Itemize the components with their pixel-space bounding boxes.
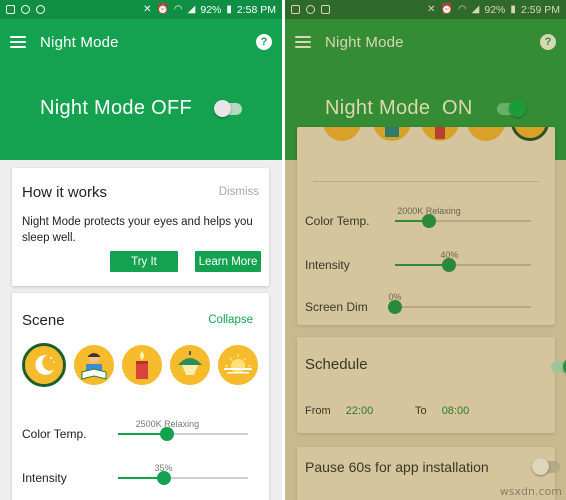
lamp-icon[interactable] [467, 127, 505, 141]
night-mode-row: Night Mode OFF [40, 97, 243, 120]
to-label: To [415, 405, 427, 417]
screen-dim-slider-row: Screen Dim 0% [305, 292, 545, 317]
screen-dim-label: Screen Dim [305, 300, 368, 314]
app-notification-icon [6, 5, 15, 14]
reading-icon[interactable] [74, 345, 114, 385]
toolbar: Night Mode ? [0, 19, 282, 65]
night-mode-label: Night Mode ON [325, 97, 473, 119]
scene-icons-strip [297, 127, 555, 171]
schedule-title: Schedule [305, 356, 368, 373]
night-mode-row: Night Mode ON [325, 97, 526, 120]
learn-more-button[interactable]: Learn More [195, 251, 261, 272]
intensity-label: Intensity [22, 471, 67, 485]
hamburger-menu-icon[interactable] [10, 36, 26, 48]
color-temp-slider-row: Color Temp. 2500K Relaxing [22, 419, 262, 444]
app-header: Night Mode ? Night Mode OFF [0, 19, 282, 160]
to-value: 08:00 [441, 405, 470, 417]
app-notification-icon [291, 5, 300, 14]
battery-icon: ▮ [226, 3, 232, 15]
to-time[interactable]: To 08:00 [415, 405, 469, 417]
scene-settings-card: Color Temp. 2000K Relaxing Intensity 40%… [297, 127, 555, 325]
camera-notification-icon [21, 5, 30, 14]
from-value: 22:00 [345, 405, 374, 417]
intensity-slider-row: Intensity 40% [305, 250, 545, 275]
from-time[interactable]: From 22:00 [305, 405, 373, 417]
sunset-icon[interactable] [511, 127, 549, 141]
intensity-thumb[interactable] [156, 471, 171, 485]
mute-icon: ✕ [427, 3, 436, 15]
night-mode-toggle[interactable] [214, 99, 243, 117]
toolbar: Night Mode ? [285, 19, 566, 65]
color-temp-thumb[interactable] [160, 427, 175, 441]
collapse-link[interactable]: Collapse [208, 314, 253, 326]
lamp-icon[interactable] [170, 345, 210, 385]
moon-icon[interactable] [323, 127, 361, 141]
from-label: From [305, 405, 331, 417]
mute-icon: ✕ [143, 3, 152, 15]
alarm-icon: ⏰ [156, 3, 169, 15]
app-title: Night Mode [325, 33, 404, 51]
clock-time: 2:59 PM [520, 3, 560, 16]
signal-icon: ◢ [471, 3, 480, 15]
scene-title: Scene [22, 312, 65, 329]
screen-dim-track[interactable]: 0% [388, 292, 531, 314]
night-mode-label: Night Mode OFF [40, 97, 193, 119]
alarm-icon: ⏰ [440, 3, 453, 15]
moon-icon[interactable] [22, 343, 66, 387]
candle-icon[interactable] [122, 345, 162, 385]
battery-percent: 92% [200, 3, 222, 16]
color-temp-track[interactable]: 2000K Relaxing [395, 206, 531, 228]
wifi-icon: ◠ [457, 3, 467, 15]
status-bar: ✕ ⏰ ◠ ◢ 92% ▮ 2:58 PM [0, 0, 282, 19]
pause-title: Pause 60s for app installation [305, 459, 489, 475]
separator [313, 181, 539, 182]
sync-notification-icon [36, 5, 45, 14]
clock-time: 2:58 PM [236, 3, 276, 16]
screen-night-mode-off: ✕ ⏰ ◠ ◢ 92% ▮ 2:58 PM Night Mode ? Night… [0, 0, 282, 500]
image-notification-icon [321, 5, 330, 14]
intensity-track[interactable]: 35% [118, 463, 248, 485]
dismiss-link[interactable]: Dismiss [219, 186, 259, 198]
intensity-label: Intensity [305, 258, 350, 272]
help-icon[interactable]: ? [256, 34, 272, 50]
how-it-works-text: Night Mode protects your eyes and helps … [22, 216, 253, 244]
intensity-slider-row: Intensity 35% [22, 463, 262, 488]
reading-icon[interactable] [373, 127, 411, 141]
battery-icon: ▮ [510, 3, 516, 15]
watermark: wsxdn.com [499, 485, 562, 498]
help-icon[interactable]: ? [540, 34, 556, 50]
status-bar: ✕ ⏰ ◠ ◢ 92% ▮ 2:59 PM [285, 0, 566, 19]
how-it-works-title: How it works [22, 184, 108, 201]
sync-notification-icon [306, 5, 315, 14]
battery-percent: 92% [484, 3, 506, 16]
color-temp-label: Color Temp. [22, 427, 87, 441]
color-temp-label: Color Temp. [305, 214, 370, 228]
intensity-track[interactable]: 40% [395, 250, 531, 272]
candle-icon[interactable] [421, 127, 459, 141]
pause-toggle[interactable] [532, 458, 560, 475]
color-temp-track[interactable]: 2500K Relaxing [118, 419, 248, 441]
app-title: Night Mode [40, 33, 119, 51]
sunset-icon[interactable] [218, 345, 258, 385]
schedule-card: Schedule From 22:00 To 08:00 [297, 337, 566, 433]
wifi-icon: ◠ [173, 3, 183, 15]
hamburger-menu-icon[interactable] [295, 36, 311, 48]
intensity-thumb[interactable] [442, 258, 457, 272]
color-temp-thumb[interactable] [422, 214, 436, 228]
schedule-toggle[interactable] [551, 358, 566, 375]
screen-dim-thumb[interactable] [388, 300, 402, 314]
signal-icon: ◢ [187, 3, 196, 15]
screen-night-mode-on: ✕ ⏰ ◠ ◢ 92% ▮ 2:59 PM Night Mode ? Night… [285, 0, 566, 500]
how-it-works-card: How it works Dismiss Night Mode protects… [12, 168, 269, 286]
scene-card: Scene Collapse Color Temp. 2500K Relaxin… [12, 293, 269, 500]
color-temp-slider-row: Color Temp. 2000K Relaxing [305, 206, 545, 231]
try-it-button[interactable]: Try It [110, 251, 178, 272]
night-mode-toggle[interactable] [496, 99, 526, 117]
